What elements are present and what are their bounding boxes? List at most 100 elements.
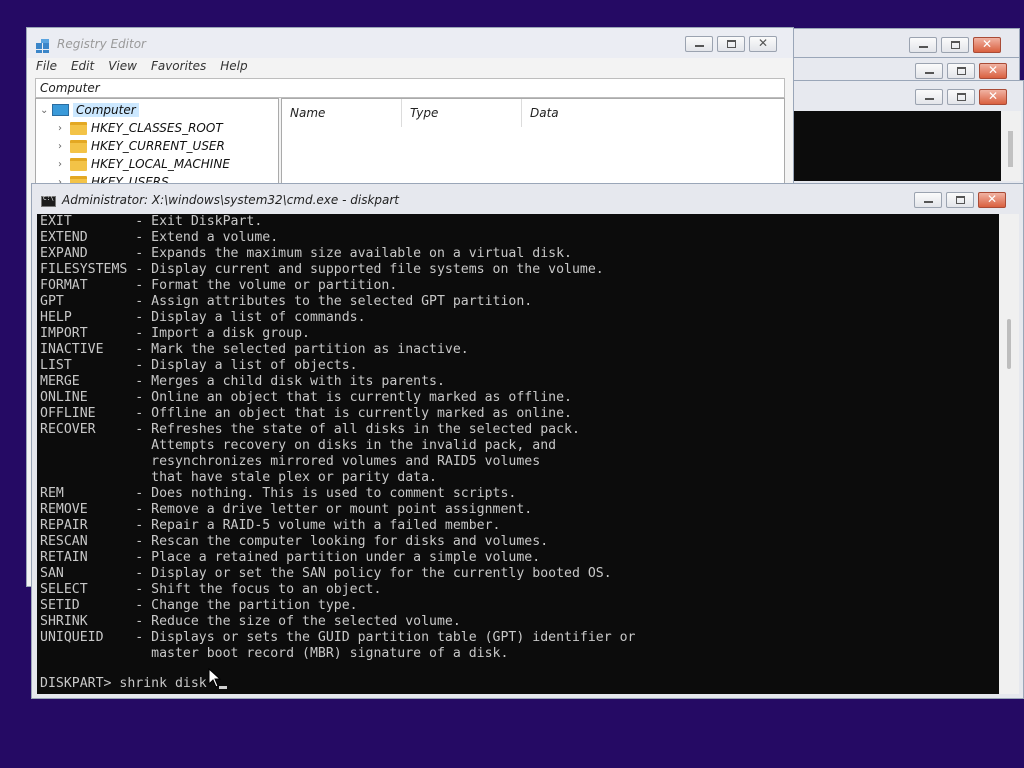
menu-file[interactable]: File: [35, 58, 58, 74]
minimize-icon: [919, 46, 928, 48]
console-line: RETAIN - Place a retained partition unde…: [40, 550, 541, 565]
console-line: SAN - Display or set the SAN policy for …: [40, 566, 612, 581]
mouse-pointer-icon: [208, 668, 222, 688]
tree-item-label: HKEY_LOCAL_MACHINE: [91, 157, 230, 171]
tree-item-label: HKEY_CLASSES_ROOT: [91, 121, 223, 135]
tree-item-hkey-local-machine[interactable]: › HKEY_LOCAL_MACHINE: [58, 155, 230, 173]
close-icon: ✕: [757, 36, 769, 50]
minimize-icon: [925, 98, 934, 100]
chevron-right-icon[interactable]: ›: [58, 123, 70, 134]
tree-item-hkey-current-user[interactable]: › HKEY_CURRENT_USER: [58, 137, 225, 155]
console-line: EXTEND - Extend a volume.: [40, 230, 279, 245]
chevron-right-icon[interactable]: ›: [58, 159, 70, 170]
column-header-name[interactable]: Name: [282, 99, 402, 127]
console-line: ONLINE - Online an object that is curren…: [40, 390, 572, 405]
minimize-button[interactable]: [914, 192, 942, 208]
console-line: GPT - Assign attributes to the selected …: [40, 294, 533, 309]
folder-icon: [70, 157, 87, 171]
column-header-type[interactable]: Type: [402, 99, 522, 127]
tree-item-computer[interactable]: ⌄ Computer: [40, 101, 139, 119]
close-button[interactable]: ✕: [973, 37, 1001, 53]
window-controls: ✕: [915, 63, 1007, 79]
cmd-icon: [41, 195, 56, 207]
title-bar[interactable]: Registry Editor ✕: [27, 28, 793, 58]
scrollbar-thumb[interactable]: [1007, 319, 1011, 369]
window-title: Administrator: X:\windows\system32\cmd.e…: [62, 193, 400, 207]
console-line: master boot record (MBR) signature of a …: [40, 646, 509, 661]
console-line: SETID - Change the partition type.: [40, 598, 358, 613]
command-prompt-window[interactable]: Administrator: X:\windows\system32\cmd.e…: [31, 183, 1024, 699]
minimize-icon: [924, 201, 933, 203]
window-controls: ✕: [685, 36, 777, 52]
tree-item-label: HKEY_CURRENT_USER: [91, 139, 225, 153]
console-line: EXPAND - Expands the maximum size availa…: [40, 246, 572, 261]
maximize-button[interactable]: [946, 192, 974, 208]
minimize-button[interactable]: [909, 37, 937, 53]
maximize-button[interactable]: [947, 89, 975, 105]
close-icon: ✕: [981, 37, 993, 51]
minimize-button[interactable]: [915, 89, 943, 105]
console-line: FORMAT - Format the volume or partition.: [40, 278, 398, 293]
close-button[interactable]: ✕: [978, 192, 1006, 208]
registry-editor-icon: [36, 39, 51, 53]
console-line: RECOVER - Refreshes the state of all dis…: [40, 422, 580, 437]
console-line: HELP - Display a list of commands.: [40, 310, 366, 325]
computer-icon: [52, 104, 69, 116]
minimize-button[interactable]: [915, 63, 943, 79]
close-icon: ✕: [986, 192, 998, 206]
address-bar[interactable]: Computer: [35, 78, 785, 98]
maximize-icon: [957, 93, 966, 101]
maximize-button[interactable]: [941, 37, 969, 53]
maximize-icon: [956, 196, 965, 204]
minimize-button[interactable]: [685, 36, 713, 52]
vertical-scrollbar[interactable]: [999, 214, 1019, 694]
tree-item-hkey-classes-root[interactable]: › HKEY_CLASSES_ROOT: [58, 119, 223, 137]
chevron-down-icon[interactable]: ⌄: [40, 105, 52, 116]
console-line: Attempts recovery on disks in the invali…: [40, 438, 557, 453]
chevron-right-icon[interactable]: ›: [58, 141, 70, 152]
console-line: SELECT - Shift the focus to an object.: [40, 582, 382, 597]
console-line: REMOVE - Remove a drive letter or mount …: [40, 502, 533, 517]
folder-icon: [70, 121, 87, 135]
console-line: FILESYSTEMS - Display current and suppor…: [40, 262, 604, 277]
console-line: EXIT - Exit DiskPart.: [40, 214, 263, 229]
scrollbar[interactable]: [1001, 111, 1021, 181]
command-input-line[interactable]: DISKPART> shrink disk: [40, 676, 207, 692]
console-line: SHRINK - Reduce the size of the selected…: [40, 614, 461, 629]
title-bar[interactable]: Administrator: X:\windows\system32\cmd.e…: [32, 184, 1023, 214]
window-controls: ✕: [914, 192, 1006, 208]
menu-view[interactable]: View: [107, 58, 138, 74]
tree-item-label: Computer: [73, 103, 139, 117]
menu-help[interactable]: Help: [219, 58, 248, 74]
maximize-icon: [727, 40, 736, 48]
console-line: UNIQUEID - Displays or sets the GUID par…: [40, 630, 636, 645]
close-button[interactable]: ✕: [749, 36, 777, 52]
maximize-button[interactable]: [947, 63, 975, 79]
column-header-data[interactable]: Data: [522, 99, 642, 127]
console-line: resynchronizes mirrored volumes and RAID…: [40, 454, 541, 469]
menu-bar: File Edit View Favorites Help: [35, 58, 249, 74]
console-line: OFFLINE - Offline an object that is curr…: [40, 406, 572, 421]
maximize-icon: [957, 67, 966, 75]
console-output[interactable]: EXIT - Exit DiskPart. EXTEND - Extend a v…: [37, 214, 999, 694]
console-line: RESCAN - Rescan the computer looking for…: [40, 534, 549, 549]
close-button[interactable]: ✕: [979, 63, 1007, 79]
console-line: MERGE - Merges a child disk with its par…: [40, 374, 445, 389]
console-line: INACTIVE - Mark the selected partition a…: [40, 342, 469, 357]
window-controls: ✕: [915, 89, 1007, 105]
close-icon: ✕: [987, 63, 999, 77]
folder-icon: [70, 139, 87, 153]
window-controls: ✕: [909, 37, 1001, 53]
close-icon: ✕: [987, 89, 999, 103]
console-line: LIST - Display a list of objects.: [40, 358, 358, 373]
window-title: Registry Editor: [57, 37, 146, 51]
console-area: [793, 111, 1001, 181]
menu-edit[interactable]: Edit: [70, 58, 95, 74]
minimize-icon: [925, 72, 934, 74]
console-line: REPAIR - Repair a RAID-5 volume with a f…: [40, 518, 501, 533]
menu-favorites[interactable]: Favorites: [150, 58, 207, 74]
maximize-button[interactable]: [717, 36, 745, 52]
close-button[interactable]: ✕: [979, 89, 1007, 105]
console-line: that have stale plex or parity data.: [40, 470, 437, 485]
console-lines: EXIT - Exit DiskPart. EXTEND - Extend a v…: [40, 214, 635, 662]
